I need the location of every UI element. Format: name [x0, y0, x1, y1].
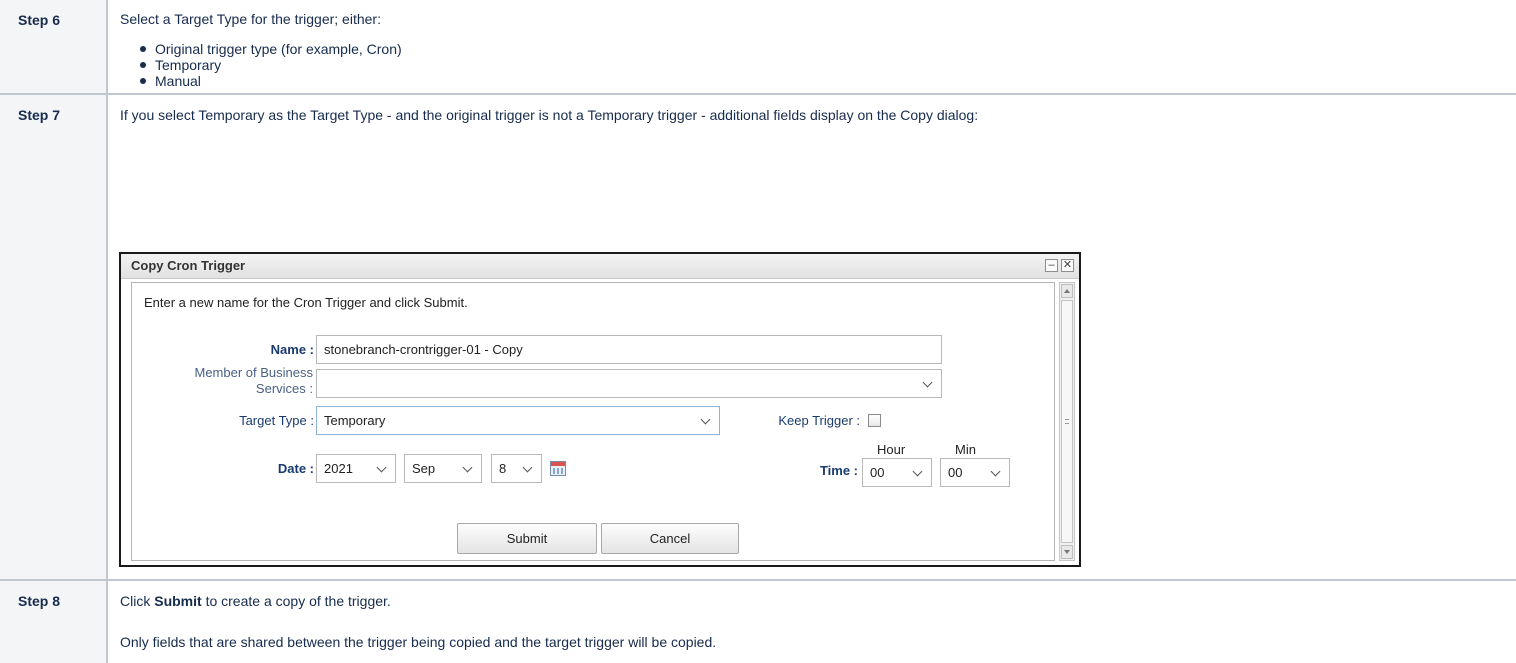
step-intro: Select a Target Type for the trigger; ei… [120, 11, 381, 27]
step-note: Only fields that are shared between the … [120, 634, 717, 650]
minute-select[interactable]: 00 [940, 458, 1010, 487]
close-icon[interactable]: ✕ [1061, 259, 1074, 272]
min-header: Min [955, 442, 976, 457]
target-type-value: Temporary [324, 413, 386, 428]
chevron-down-icon [700, 414, 711, 425]
step-content: Select a Target Type for the trigger; ei… [120, 9, 1506, 89]
step-intro: If you select Temporary as the Target Ty… [120, 107, 979, 123]
dialog-title: Copy Cron Trigger [131, 258, 246, 273]
hour-select[interactable]: 00 [862, 458, 932, 487]
dialog-scrollbar[interactable] [1059, 282, 1075, 561]
click-prefix: Click [120, 593, 155, 609]
target-type-label: Target Type : [239, 413, 314, 428]
hour-value: 00 [870, 465, 885, 480]
date-day-select[interactable]: 8 [491, 454, 542, 483]
submit-emphasis: Submit [154, 593, 202, 609]
submit-button[interactable]: Submit [457, 523, 597, 554]
date-year-value: 2021 [324, 461, 353, 476]
time-label: Time : [819, 463, 858, 478]
target-type-select[interactable]: Temporary [316, 406, 720, 435]
chevron-down-icon [912, 466, 923, 477]
step-header-cell: Step 8 [0, 581, 108, 663]
minimize-icon[interactable]: – [1045, 259, 1058, 272]
chevron-down-icon [376, 462, 387, 473]
chevron-down-icon [990, 466, 1001, 477]
date-year-select[interactable]: 2021 [316, 454, 396, 483]
dialog-body: Enter a new name for the Cron Trigger an… [131, 282, 1055, 561]
step-label: Step 8 [18, 593, 61, 609]
date-day-value: 8 [499, 461, 507, 476]
business-services-select[interactable] [316, 369, 942, 398]
keep-trigger-checkbox[interactable] [868, 414, 881, 427]
scroll-thumb[interactable] [1061, 300, 1073, 543]
cancel-button[interactable]: Cancel [601, 523, 739, 554]
step-header-cell: Step 7 [0, 95, 108, 579]
chevron-down-icon [462, 462, 473, 473]
scroll-up-icon[interactable] [1061, 284, 1073, 298]
name-field[interactable]: stonebranch-crontrigger-01 - Copy [316, 335, 942, 364]
dialog-titlebar[interactable]: Copy Cron Trigger – ✕ [121, 254, 1079, 279]
step-content: If you select Temporary as the Target Ty… [120, 105, 1506, 125]
date-month-value: Sep [412, 461, 436, 476]
step-click-text: Click Submit to create a copy of the tri… [120, 591, 1506, 611]
list-item: Manual [140, 73, 1506, 89]
step-header-cell: Step 6 [0, 0, 108, 93]
list-item: Original trigger type (for example, Cron… [140, 41, 1506, 57]
chevron-down-icon [522, 462, 533, 473]
step-row-8: Step 8 Click Submit to create a copy of … [0, 581, 1516, 663]
hour-header: Hour [877, 442, 906, 457]
step-label: Step 7 [18, 107, 61, 123]
scroll-down-icon[interactable] [1061, 545, 1073, 559]
list-item: Temporary [140, 57, 1506, 73]
member-label-line2: Services : [255, 381, 313, 396]
member-label: Member of Business Services : [152, 365, 314, 397]
step-label: Step 6 [18, 12, 61, 28]
name-label: Name : [270, 342, 314, 357]
keep-trigger-label: Keep Trigger : [778, 413, 860, 428]
step-row-6: Step 6 Select a Target Type for the trig… [0, 0, 1516, 95]
target-type-list: Original trigger type (for example, Cron… [120, 41, 1506, 89]
dialog-instruction: Enter a new name for the Cron Trigger an… [144, 295, 468, 310]
step-content: Click Submit to create a copy of the tri… [120, 591, 1506, 652]
grip-icon [1065, 419, 1069, 424]
date-label: Date : [277, 461, 314, 476]
chevron-down-icon [922, 377, 933, 388]
copy-cron-trigger-dialog: Copy Cron Trigger – ✕ Enter a new name f… [119, 252, 1081, 567]
calendar-icon[interactable] [550, 461, 566, 476]
member-label-line1: Member of Business [194, 365, 314, 380]
click-suffix: to create a copy of the trigger. [201, 593, 391, 609]
minute-value: 00 [948, 465, 963, 480]
date-month-select[interactable]: Sep [404, 454, 482, 483]
